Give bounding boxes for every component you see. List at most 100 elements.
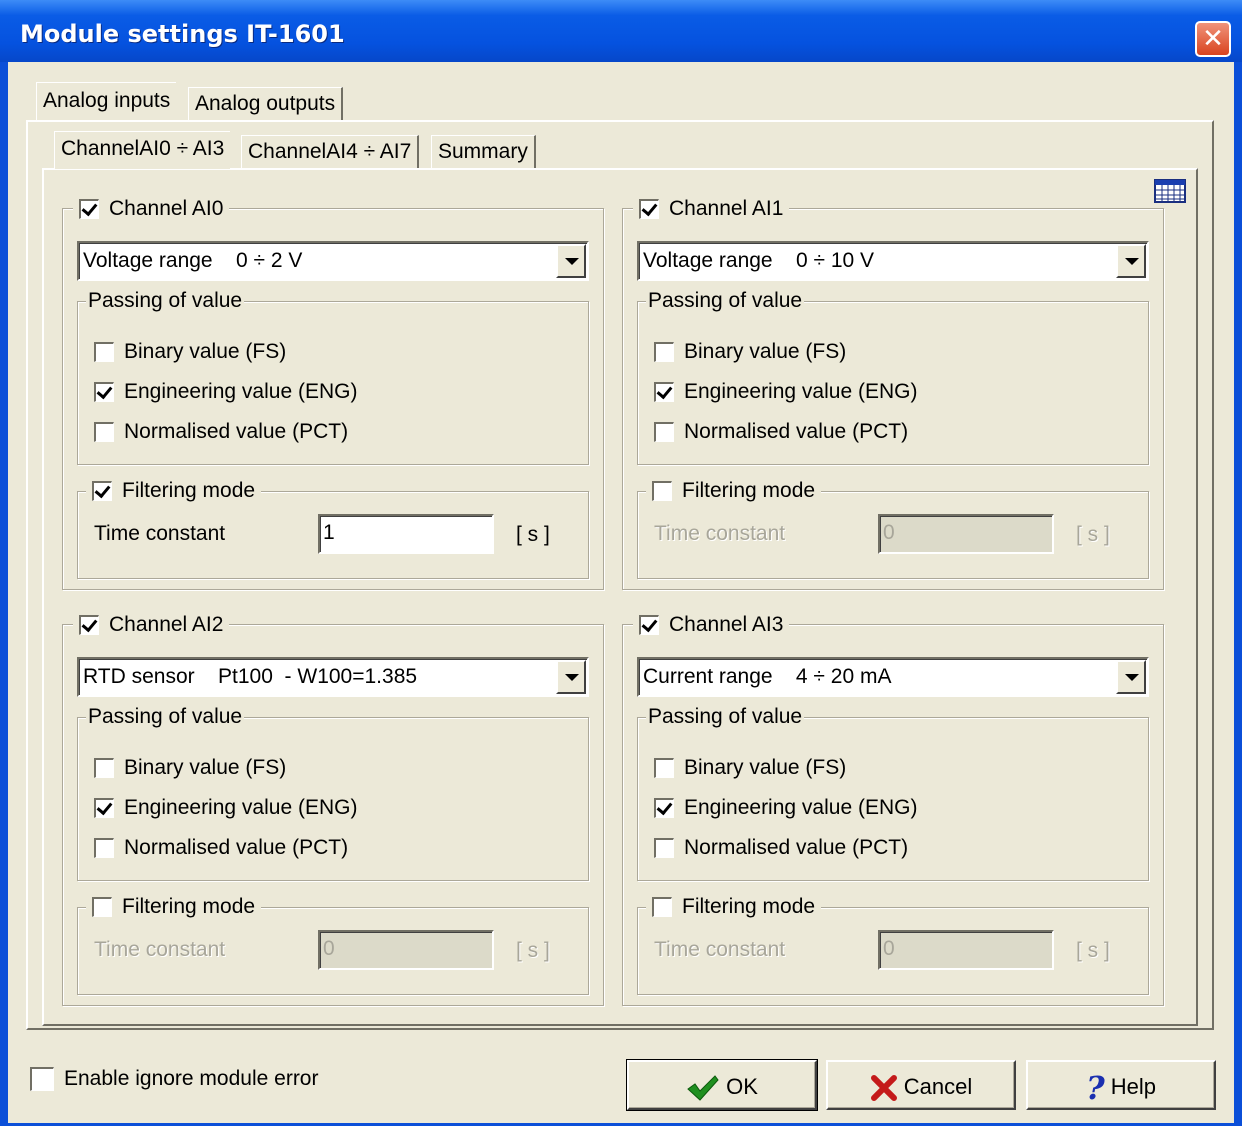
dropdown-arrow-button[interactable]: [1116, 660, 1146, 694]
passing-of-value-group: Passing of value Binary value (FS) Engin…: [637, 704, 1149, 881]
time-constant-value: 0: [883, 937, 895, 960]
tab-analog-outputs[interactable]: Analog outputs: [188, 87, 344, 121]
range-type: Voltage range: [643, 249, 773, 272]
channel-enable-checkbox[interactable]: Channel AI2: [73, 612, 230, 638]
close-button[interactable]: ✕: [1195, 21, 1231, 57]
time-constant-label: Time constant: [654, 522, 786, 545]
range-select[interactable]: Current range 4 ÷ 20 mA: [637, 657, 1149, 697]
time-constant-input[interactable]: 0: [878, 514, 1054, 554]
checkbox-label: Filtering mode: [122, 479, 256, 502]
filtering-mode-group: Filtering mode Time constant 0 [ s ]: [637, 894, 1149, 995]
checkbox-box[interactable]: [79, 199, 99, 220]
dialog-window: Module settings IT-1601 ✕ Analog inputs …: [0, 0, 1242, 1126]
checkbox-box[interactable]: [94, 382, 114, 403]
checkbox-box[interactable]: [639, 615, 659, 636]
filtering-mode-checkbox[interactable]: Filtering mode: [646, 894, 822, 920]
tab-channel-ai4-ai7[interactable]: ChannelAI4 ÷ AI7: [241, 135, 420, 169]
table-view-icon[interactable]: [1154, 178, 1186, 204]
dialog-client-area: Analog inputs Analog outputs ChannelAI0 …: [8, 62, 1234, 1123]
range-type: Current range: [643, 665, 773, 688]
checkbox-label: Filtering mode: [682, 895, 816, 918]
range-value: 0 ÷ 10 V: [795, 249, 875, 272]
time-constant-input[interactable]: 1: [318, 514, 494, 554]
checkbox-label: Normalised value (PCT): [124, 836, 349, 859]
channel-enable-checkbox[interactable]: Channel AI0: [73, 196, 230, 222]
range-select[interactable]: Voltage range 0 ÷ 10 V: [637, 241, 1149, 281]
time-constant-label: Time constant: [94, 522, 226, 545]
checkbox-box[interactable]: [654, 382, 674, 403]
filtering-mode-group: Filtering mode Time constant 0 [ s ]: [637, 478, 1149, 579]
dropdown-arrow-button[interactable]: [556, 244, 586, 278]
range-value: 4 ÷ 20 mA: [795, 665, 892, 688]
help-button[interactable]: ? Help: [1026, 1060, 1216, 1110]
checkbox-box[interactable]: [654, 758, 674, 779]
channel-title: Channel AI3: [669, 613, 784, 636]
checkbox-box[interactable]: [654, 838, 674, 859]
ignore-module-error-checkbox[interactable]: Enable ignore module error: [30, 1066, 318, 1092]
engineering-value-checkbox[interactable]: Engineering value (ENG): [94, 379, 357, 405]
checkbox-label: Filtering mode: [122, 895, 256, 918]
binary-value-checkbox[interactable]: Binary value (FS): [654, 755, 846, 781]
binary-value-checkbox[interactable]: Binary value (FS): [94, 339, 286, 365]
time-constant-input[interactable]: 0: [878, 930, 1054, 970]
normalised-value-checkbox[interactable]: Normalised value (PCT): [654, 835, 908, 861]
checkbox-box[interactable]: [652, 481, 672, 502]
checkbox-box[interactable]: [94, 838, 114, 859]
time-unit-label: [ s ]: [516, 939, 550, 962]
passing-of-value-group: Passing of value Binary value (FS) Engin…: [77, 288, 589, 465]
range-select[interactable]: Voltage range 0 ÷ 2 V: [77, 241, 589, 281]
engineering-value-checkbox[interactable]: Engineering value (ENG): [654, 795, 917, 821]
tab-channel-ai0-ai3[interactable]: ChannelAI0 ÷ AI3: [54, 131, 231, 169]
checkbox-box[interactable]: [652, 897, 672, 918]
engineering-value-checkbox[interactable]: Engineering value (ENG): [94, 795, 357, 821]
ok-button[interactable]: OK: [626, 1059, 818, 1111]
engineering-value-checkbox[interactable]: Engineering value (ENG): [654, 379, 917, 405]
filtering-mode-checkbox[interactable]: Filtering mode: [86, 478, 262, 504]
checkbox-box[interactable]: [654, 798, 674, 819]
checkbox-box[interactable]: [94, 342, 114, 363]
checkbox-box[interactable]: [654, 422, 674, 443]
time-unit-label: [ s ]: [1076, 939, 1110, 962]
cancel-button[interactable]: Cancel: [826, 1060, 1016, 1110]
checkbox-box[interactable]: [92, 897, 112, 918]
window-title: Module settings IT-1601: [20, 20, 345, 48]
checkbox-box[interactable]: [94, 422, 114, 443]
normalised-value-checkbox[interactable]: Normalised value (PCT): [94, 419, 348, 445]
normalised-value-checkbox[interactable]: Normalised value (PCT): [654, 419, 908, 445]
tab-analog-inputs[interactable]: Analog inputs: [36, 82, 177, 120]
binary-value-checkbox[interactable]: Binary value (FS): [654, 339, 846, 365]
channel-enable-checkbox[interactable]: Channel AI1: [633, 196, 790, 222]
checkbox-box[interactable]: [94, 758, 114, 779]
help-question-icon: ?: [1086, 1069, 1105, 1108]
channel-enable-checkbox[interactable]: Channel AI3: [633, 612, 790, 638]
dropdown-arrow-button[interactable]: [556, 660, 586, 694]
range-value: 0 ÷ 2 V: [235, 249, 303, 272]
dropdown-arrow-button[interactable]: [1116, 244, 1146, 278]
range-value: Pt100 - W100=1.385: [218, 665, 418, 688]
binary-value-checkbox[interactable]: Binary value (FS): [94, 755, 286, 781]
tab-label: ChannelAI4 ÷ AI7: [248, 140, 412, 163]
title-bar[interactable]: Module settings IT-1601 ✕: [0, 0, 1242, 62]
filtering-mode-checkbox[interactable]: Filtering mode: [86, 894, 262, 920]
checkbox-label: Enable ignore module error: [64, 1067, 319, 1090]
time-constant-label: Time constant: [94, 938, 226, 961]
tab-label: ChannelAI0 ÷ AI3: [61, 137, 225, 160]
checkbox-label: Engineering value (ENG): [684, 380, 918, 403]
checkbox-box[interactable]: [79, 615, 99, 636]
normalised-value-checkbox[interactable]: Normalised value (PCT): [94, 835, 348, 861]
range-select[interactable]: RTD sensor Pt100 - W100=1.385: [77, 657, 589, 697]
filtering-mode-group: Filtering mode Time constant 0 [ s ]: [77, 894, 589, 995]
checkbox-box[interactable]: [94, 798, 114, 819]
checkbox-box[interactable]: [30, 1067, 54, 1092]
checkbox-box[interactable]: [92, 481, 112, 502]
checkbox-label: Binary value (FS): [684, 340, 847, 363]
group-label: Passing of value: [86, 704, 245, 730]
tab-summary[interactable]: Summary: [431, 135, 536, 169]
passing-of-value-group: Passing of value Binary value (FS) Engin…: [77, 704, 589, 881]
time-constant-input[interactable]: 0: [318, 930, 494, 970]
channel-group: Channel AI3 Current range 4 ÷ 20 mA Pass…: [622, 612, 1164, 1006]
filtering-mode-checkbox[interactable]: Filtering mode: [646, 478, 822, 504]
cancel-x-icon: [870, 1075, 897, 1102]
checkbox-box[interactable]: [639, 199, 659, 220]
checkbox-box[interactable]: [654, 342, 674, 363]
